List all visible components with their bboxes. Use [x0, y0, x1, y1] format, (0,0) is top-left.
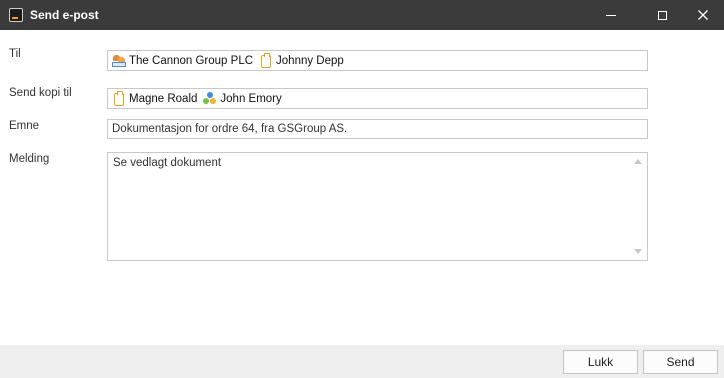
window-title: Send e-post [30, 8, 99, 22]
close-dialog-button[interactable]: Lukk [563, 350, 638, 374]
recipient-chip[interactable]: The Cannon Group PLC [112, 54, 253, 68]
close-button[interactable] [680, 0, 724, 30]
maximize-icon [657, 10, 667, 20]
app-icon [9, 8, 23, 22]
contact-clipboard-icon [112, 90, 126, 106]
subject-input[interactable]: Dokumentasjon for ordre 64, fra GSGroup … [107, 119, 648, 139]
recipient-chip[interactable]: John Emory [203, 91, 282, 106]
group-icon [203, 91, 217, 106]
recipient-name: Magne Roald [129, 92, 198, 105]
recipient-name: John Emory [220, 92, 282, 105]
message-label: Melding [9, 153, 50, 165]
organization-icon [112, 54, 126, 68]
recipient-chip[interactable]: Johnny Depp [259, 52, 344, 68]
contact-clipboard-icon [259, 52, 273, 68]
message-text: Se vedlagt dokument [113, 157, 222, 169]
recipient-name: The Cannon Group PLC [129, 54, 254, 67]
close-icon [698, 10, 708, 20]
maximize-button[interactable] [639, 0, 685, 30]
subject-label: Emne [9, 120, 40, 132]
scroll-up-icon[interactable] [634, 159, 642, 164]
footer-bar: Lukk Send [0, 345, 724, 378]
cc-label: Send kopi til [9, 87, 72, 99]
title-bar: Send e-post [0, 0, 724, 30]
message-textarea[interactable]: Se vedlagt dokument [107, 152, 648, 261]
to-field[interactable]: The Cannon Group PLC Johnny Depp [107, 50, 648, 71]
scroll-down-icon[interactable] [634, 249, 642, 254]
minimize-icon [606, 14, 616, 16]
recipient-name: Johnny Depp [276, 54, 344, 67]
to-label: Til [9, 48, 21, 60]
cc-field[interactable]: Magne Roald John Emory [107, 88, 648, 109]
minimize-button[interactable] [588, 0, 634, 30]
recipient-chip[interactable]: Magne Roald [112, 90, 198, 106]
send-button[interactable]: Send [643, 350, 718, 374]
